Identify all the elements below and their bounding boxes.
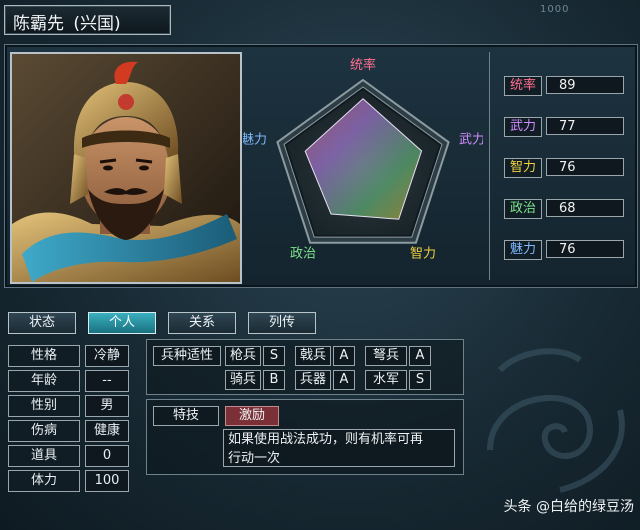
stat-value: 77 <box>546 117 624 135</box>
skill-description: 如果使用战法成功，则有机率可再 行动一次 <box>223 429 455 467</box>
info-value-stamina: 100 <box>85 470 129 492</box>
info-label-stamina: 体力 <box>8 470 80 492</box>
special-skill-panel: 特技 激励 如果使用战法成功，则有机率可再 行动一次 <box>146 399 464 475</box>
skill-title: 特技 <box>153 406 219 426</box>
tab-status[interactable]: 状态 <box>8 312 76 334</box>
tab-relations[interactable]: 关系 <box>168 312 236 334</box>
aptitude-unit: 戟兵 <box>295 346 331 366</box>
info-value-injury: 健康 <box>85 420 129 442</box>
header-counter-deco: 1000 <box>540 4 570 15</box>
aptitude-grade: A <box>409 346 431 366</box>
stat-label: 魅力 <box>504 240 542 260</box>
info-label-injury: 伤病 <box>8 420 80 442</box>
portrait-image <box>12 54 240 282</box>
info-value-personality: 冷静 <box>85 345 129 367</box>
stat-value: 76 <box>546 158 624 176</box>
skill-description-line: 如果使用战法成功，则有机率可再 <box>228 432 424 447</box>
stat-value: 89 <box>546 76 624 94</box>
aptitude-grade: A <box>333 346 355 366</box>
stat-label: 智力 <box>504 158 542 178</box>
aptitude-unit: 枪兵 <box>225 346 261 366</box>
info-label-item: 道具 <box>8 445 80 467</box>
watermark-text: 头条 @白给的绿豆汤 <box>503 499 634 515</box>
info-value-item: 0 <box>85 445 129 467</box>
info-value-gender: 男 <box>85 395 129 417</box>
character-faction: (兴国) <box>73 14 121 34</box>
attribute-stats-list: 统率 89 武力 77 智力 76 政治 68 魅力 76 <box>489 52 630 280</box>
stat-label: 武力 <box>504 117 542 137</box>
character-name: 陈霸先 <box>13 14 64 34</box>
skill-name[interactable]: 激励 <box>225 406 279 426</box>
radar-label-intelligence: 智力 <box>410 247 436 262</box>
info-value-age: -- <box>85 370 129 392</box>
aptitude-grade: A <box>333 370 355 390</box>
aptitude-grade: S <box>263 346 285 366</box>
aptitude-unit: 弩兵 <box>365 346 407 366</box>
aptitude-unit: 兵器 <box>295 370 331 390</box>
radar-label-leadership: 统率 <box>350 57 376 73</box>
attribute-radar-chart: 统率 武力 智力 政治 魅力 <box>243 57 483 262</box>
radar-label-charm: 魅力 <box>243 132 267 147</box>
info-label-age: 年龄 <box>8 370 80 392</box>
stat-value: 76 <box>546 240 624 258</box>
background-swirl-decoration <box>487 348 625 493</box>
aptitude-unit: 骑兵 <box>225 370 261 390</box>
stat-label: 统率 <box>504 76 542 96</box>
stat-label: 政治 <box>504 199 542 219</box>
aptitude-grade: B <box>263 370 285 390</box>
radar-label-politics: 政治 <box>290 247 316 262</box>
stat-value: 68 <box>546 199 624 217</box>
radar-label-war: 武力 <box>459 132 483 147</box>
troop-aptitude-panel: 兵种适性 枪兵 S 戟兵 A 弩兵 A 骑兵 B 兵器 A 水军 S <box>146 339 464 395</box>
aptitude-grade: S <box>409 370 431 390</box>
info-label-gender: 性别 <box>8 395 80 417</box>
character-name-plate: 陈霸先 (兴国) <box>4 5 171 35</box>
tab-biography[interactable]: 列传 <box>248 312 316 334</box>
tab-personal[interactable]: 个人 <box>88 312 156 334</box>
aptitude-unit: 水军 <box>365 370 407 390</box>
aptitude-title: 兵种适性 <box>153 346 221 366</box>
info-label-personality: 性格 <box>8 345 80 367</box>
character-portrait <box>10 52 242 284</box>
skill-description-line: 行动一次 <box>228 451 281 466</box>
personal-info-panel: 性格 冷静 年龄 -- 性别 男 伤病 健康 道具 0 体力 100 <box>8 339 129 492</box>
character-name-text: 陈霸先 (兴国) <box>13 9 121 34</box>
